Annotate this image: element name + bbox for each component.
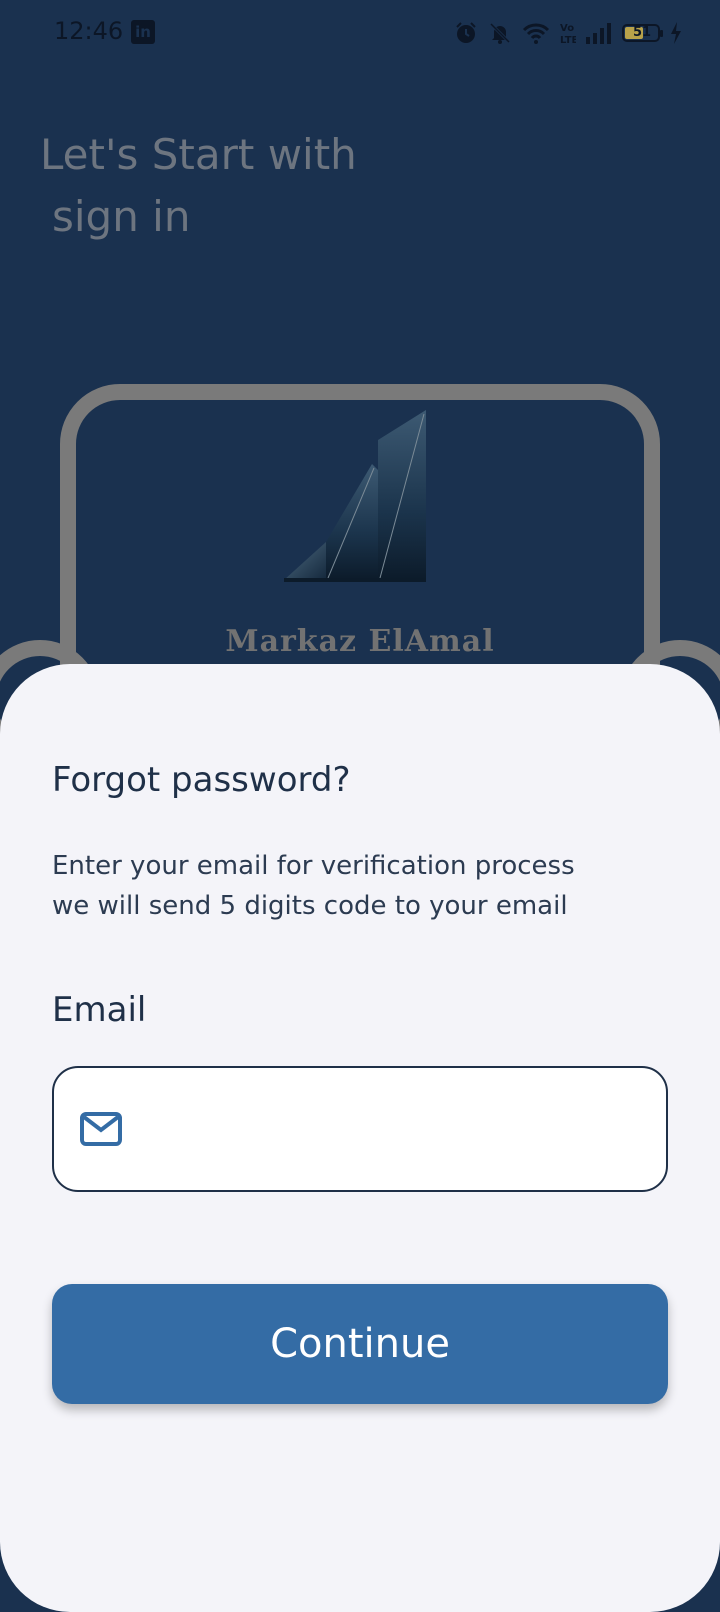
svg-text:Vo: Vo [560,23,574,34]
forgot-password-sheet: Forgot password? Enter your email for ve… [0,664,720,1612]
description-line-1: Enter your email for verification proces… [52,851,575,881]
welcome-line-1: Let's Start with [40,130,357,179]
sheet-title: Forgot password? [52,760,351,800]
mail-icon [80,1112,122,1146]
description-line-2: we will send 5 digits code to your email [52,891,568,921]
linkedin-icon: in [131,20,155,44]
status-bar: 12:46 in Vo LTE 51 [0,0,720,66]
battery-level: 51 [633,25,652,40]
forgot-password-screen: 12:46 in Vo LTE 51 Let's Start with sign… [0,0,720,1612]
alarm-icon [456,22,476,43]
brand-name: Markaz ElAmal [225,624,495,659]
mute-icon [489,22,511,44]
wifi-icon [522,23,550,44]
email-input[interactable] [150,1088,644,1170]
volte-icon: Vo LTE [560,23,576,45]
welcome-line-2: sign in [52,192,191,241]
signal-icon [586,23,611,44]
battery-icon: 51 [622,24,663,42]
sheet-description: Enter your email for verification proces… [52,846,672,926]
status-icons: Vo LTE 51 [454,18,682,48]
status-time: 12:46 [54,17,124,45]
markaz-elamal-logo-icon [284,410,426,582]
welcome-heading: Let's Start with sign in [40,124,357,248]
continue-button[interactable]: Continue [52,1284,668,1404]
charging-icon [671,22,681,44]
email-label: Email [52,990,147,1030]
svg-text:LTE: LTE [560,35,576,45]
email-field[interactable] [52,1066,668,1192]
